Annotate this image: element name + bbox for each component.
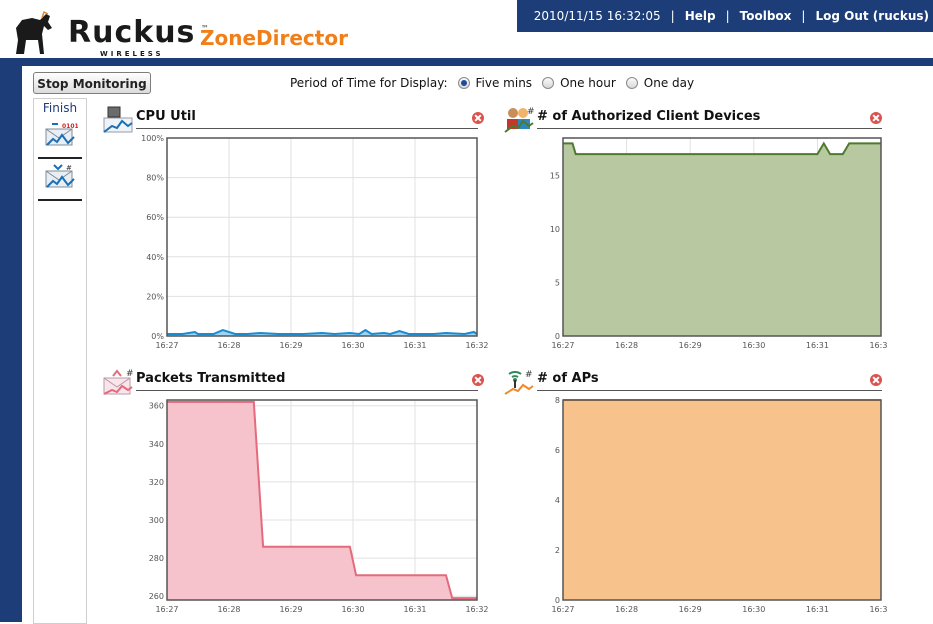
client-monitor-icon[interactable]: # — [44, 163, 78, 193]
dog-logo-icon — [16, 10, 52, 54]
y-tick-label: 0 — [555, 332, 560, 341]
series-area — [563, 400, 881, 600]
x-tick-label: 16:28 — [615, 341, 638, 350]
x-tick-label: 16:27 — [551, 605, 574, 614]
header-divider — [0, 58, 933, 66]
option-five-mins-label[interactable]: Five mins — [476, 76, 533, 90]
y-tick-label: 20% — [146, 292, 164, 301]
plot-area — [167, 138, 477, 336]
toolbox-link[interactable]: Toolbox — [740, 9, 792, 23]
y-tick-label: 60% — [146, 213, 164, 222]
radio-one-day[interactable] — [625, 77, 638, 89]
x-tick-label: 16:29 — [279, 341, 302, 350]
x-tick-label: 16:28 — [217, 605, 240, 614]
cpu-util-chart: 16:27 16:28 16:29 16:30 16:31 16:32 0% 20% 40% 60… — [141, 134, 488, 350]
y-tick-label: 2 — [555, 546, 560, 555]
x-tick-label: 16:27 — [155, 605, 178, 614]
nav-separator: | — [725, 9, 730, 23]
y-tick-label: 260 — [149, 592, 164, 601]
radio-one-hour[interactable] — [542, 77, 555, 89]
period-label: Period of Time for Display: — [290, 76, 448, 90]
y-tick-label: 4 — [555, 496, 560, 505]
top-nav-bar: 2010/11/15 16:32:05 | Help | Toolbox | L… — [517, 0, 933, 32]
cpu-monitor-icon[interactable]: 0101 — [44, 121, 78, 151]
nav-separator: | — [670, 9, 675, 23]
x-tick-label: 16:31 — [806, 605, 829, 614]
x-tick-label: 16:30 — [742, 605, 765, 614]
x-tick-label: 16:32 — [465, 341, 488, 350]
side-divider — [38, 199, 82, 201]
x-tick-label: 16:30 — [341, 605, 364, 614]
y-tick-label: 10 — [550, 225, 560, 234]
finish-link[interactable]: Finish — [34, 101, 86, 115]
y-tick-label: 0% — [151, 332, 164, 341]
side-divider — [38, 157, 82, 159]
brand-name: Ruckus — [68, 15, 196, 50]
y-tick-label: 5 — [555, 278, 560, 287]
radio-five-mins[interactable] — [457, 77, 470, 89]
nav-separator: | — [801, 9, 806, 23]
period-selector: Period of Time for Display: Five mins On… — [290, 76, 694, 90]
x-tick-label: 16:32 — [869, 605, 888, 614]
x-tick-label: 16:29 — [279, 605, 302, 614]
series-area — [563, 143, 881, 336]
cpu-util-panel: CPU Util 16:27 16:28 16:29 16:30 16:31 16:32 0… — [102, 106, 492, 356]
x-tick-label: 16:29 — [679, 341, 702, 350]
y-tick-label: 300 — [149, 516, 164, 525]
app-title: ZoneDirector — [200, 26, 348, 50]
x-tick-label: 16:31 — [403, 341, 426, 350]
x-tick-label: 16:28 — [615, 605, 638, 614]
x-tick-label: 16:31 — [403, 605, 426, 614]
aps-panel: # # of APs 16:27 16:28 16:29 16:30 16:31 16:3… — [503, 368, 888, 620]
y-tick-label: 280 — [149, 554, 164, 563]
svg-text:#: # — [66, 164, 72, 172]
y-tick-label: 15 — [550, 171, 560, 180]
client-devices-panel: # # of Authorized Client Devices 16:27 16… — [503, 106, 888, 356]
x-tick-label: 16:32 — [465, 605, 488, 614]
brand-sub: WIRELESS — [100, 50, 164, 58]
y-tick-label: 6 — [555, 446, 560, 455]
y-tick-label: 100% — [141, 134, 164, 143]
option-one-hour-label[interactable]: One hour — [560, 76, 616, 90]
x-tick-label: 16:30 — [341, 341, 364, 350]
monitor-content: Stop Monitoring Period of Time for Displ… — [22, 66, 933, 624]
packets-panel: # Packets Transmitted 16:27 16:28 16:29 16:… — [102, 368, 492, 620]
x-tick-label: 16:31 — [806, 341, 829, 350]
help-link[interactable]: Help — [685, 9, 716, 23]
side-panel: Finish 0101 # — [33, 98, 87, 624]
x-tick-label: 16:32 — [869, 341, 888, 350]
client-devices-chart: 16:27 16:28 16:29 16:30 16:31 16:32 0 5 10 15 — [550, 137, 888, 350]
left-rail — [0, 58, 22, 622]
y-tick-label: 0 — [555, 596, 560, 605]
stop-monitoring-button[interactable]: Stop Monitoring — [33, 72, 151, 94]
x-tick-label: 16:27 — [155, 341, 178, 350]
x-tick-label: 16:29 — [679, 605, 702, 614]
y-tick-label: 8 — [555, 396, 560, 405]
option-one-day-label[interactable]: One day — [644, 76, 694, 90]
packets-chart: 16:27 16:28 16:29 16:30 16:31 16:32 260 280 300 3… — [149, 399, 489, 614]
y-tick-label: 40% — [146, 253, 164, 262]
aps-chart: 16:27 16:28 16:29 16:30 16:31 16:32 0 2 4 6 8 — [551, 396, 888, 614]
y-tick-label: 340 — [149, 440, 164, 449]
x-tick-label: 16:28 — [217, 341, 240, 350]
y-tick-label: 80% — [146, 174, 164, 183]
svg-text:0101: 0101 — [62, 123, 78, 130]
y-tick-label: 320 — [149, 478, 164, 487]
y-tick-label: 360 — [149, 402, 164, 411]
x-tick-label: 16:30 — [742, 341, 765, 350]
x-tick-label: 16:27 — [551, 341, 574, 350]
header: Ruckus ™ WIRELESS ZoneDirector 2010/11/1… — [0, 0, 933, 58]
current-datetime: 2010/11/15 16:32:05 — [533, 9, 661, 23]
logout-link[interactable]: Log Out (ruckus) — [815, 9, 929, 23]
